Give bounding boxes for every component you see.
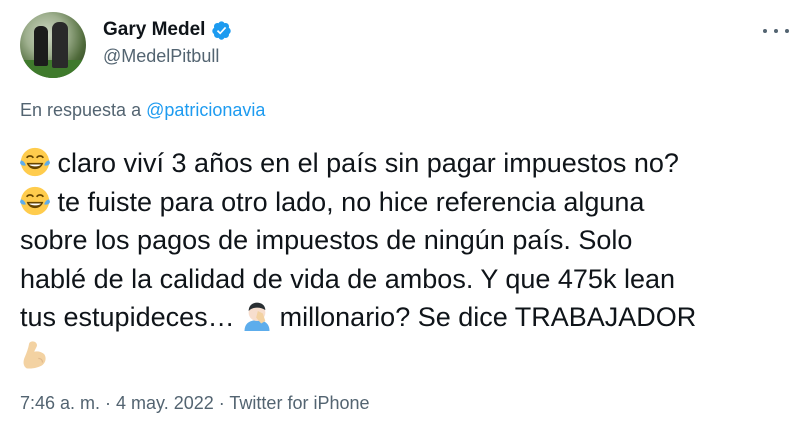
reply-mention-link[interactable]: @patricionavia <box>146 100 265 120</box>
tweet-line-text: millonario? Se dice TRABAJADOR <box>279 302 697 332</box>
tweet-timestamp[interactable]: 7:46 a. m. · 4 may. 2022 · Twitter for i… <box>20 393 370 414</box>
author-name[interactable]: Gary Medel <box>103 19 205 41</box>
face-with-tears-of-joy-icon <box>20 147 50 177</box>
avatar[interactable] <box>20 12 86 78</box>
more-options-icon[interactable] <box>763 24 789 38</box>
tweet-line-text: tus estupideces… <box>20 302 235 332</box>
tweet-line: claro viví 3 años en el país sin pagar i… <box>20 144 790 183</box>
face-with-tears-of-joy-icon <box>20 186 50 215</box>
author-name-row[interactable]: Gary Medel <box>103 19 232 41</box>
author-handle[interactable]: @MedelPitbull <box>103 46 219 67</box>
tweet-line <box>20 337 790 376</box>
avatar-figure <box>52 22 68 68</box>
tweet-line-text: claro viví 3 años en el país sin pagar i… <box>57 148 679 178</box>
reply-prefix: En respuesta a <box>20 100 142 120</box>
tweet-line: tus estupideces… millonario? Se dice TRA… <box>20 298 790 337</box>
tweet-text: claro viví 3 años en el país sin pagar i… <box>20 144 790 375</box>
tweet-line: hablé de la calidad de vida de ambos. Y … <box>20 263 676 294</box>
tweet-line: te fuiste para otro lado, no hice refere… <box>20 183 790 222</box>
tweet-line: sobre los pagos de impuestos de ningún p… <box>20 225 633 255</box>
man-facepalming-icon <box>244 302 270 331</box>
reply-context: En respuesta a @patricionavia <box>20 100 265 121</box>
dot <box>763 29 767 33</box>
dot <box>774 29 778 33</box>
dot <box>785 29 789 33</box>
tweet-line-text: te fuiste para otro lado, no hice refere… <box>57 186 645 217</box>
verified-badge-icon <box>212 20 232 40</box>
flexed-biceps-icon <box>23 340 46 369</box>
avatar-figure <box>34 26 48 66</box>
